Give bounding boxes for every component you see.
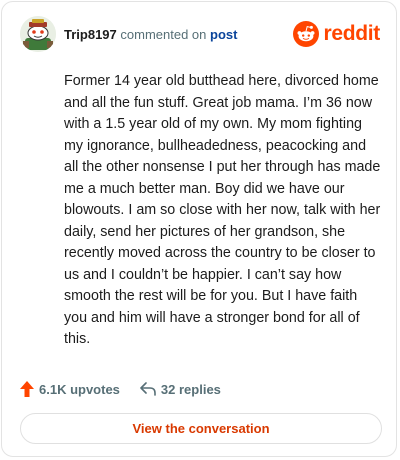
avatar[interactable] bbox=[20, 16, 56, 52]
reply-arrow-icon bbox=[140, 382, 156, 396]
view-conversation-button[interactable]: View the conversation bbox=[20, 413, 382, 444]
upvote-arrow-icon bbox=[20, 381, 34, 397]
reddit-logo-icon bbox=[293, 21, 320, 47]
upvote-count: 6.1K upvotes bbox=[39, 381, 120, 397]
comment-card: Trip8197 commented on post reddit Former… bbox=[1, 1, 397, 457]
action-text: commented on bbox=[120, 27, 207, 42]
comment-header: Trip8197 commented on post reddit bbox=[20, 16, 380, 56]
upvote-stat[interactable]: 6.1K upvotes bbox=[20, 381, 120, 397]
reddit-brand[interactable]: reddit bbox=[293, 20, 380, 48]
reply-count: 32 replies bbox=[160, 381, 221, 397]
author-name[interactable]: Trip8197 bbox=[64, 27, 117, 42]
comment-stats: 6.1K upvotes 32 replies bbox=[20, 378, 221, 400]
comment-body: Former 14 year old butthead here, divorc… bbox=[64, 73, 381, 347]
post-link[interactable]: post bbox=[210, 27, 237, 42]
reply-stat[interactable]: 32 replies bbox=[140, 382, 221, 397]
comment-attribution: Trip8197 commented on post bbox=[64, 27, 237, 42]
snoo-avatar-icon bbox=[20, 16, 56, 52]
brand-wordmark: reddit bbox=[323, 22, 380, 45]
